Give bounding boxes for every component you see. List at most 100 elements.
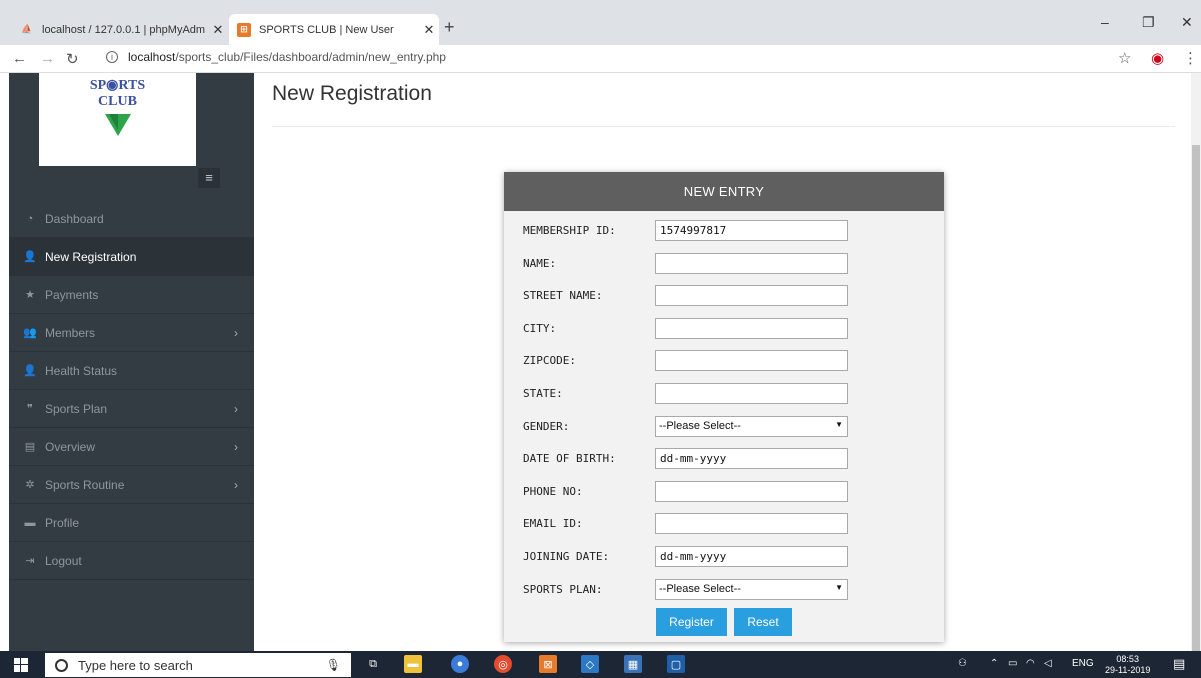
notifications-icon[interactable]: ▤ <box>1173 656 1185 672</box>
extension-target-icon[interactable]: ◉ <box>1151 49 1164 67</box>
form-row: MEMBERSHIP ID: 1574997817 <box>504 220 944 242</box>
sidebar-item-dashboard[interactable]: ◔ Dashboard <box>9 200 254 238</box>
chevron-right-icon: › <box>234 477 238 492</box>
sports-club-favicon-icon: ⊞ <box>237 22 251 37</box>
reload-icon[interactable]: ↻ <box>66 50 79 68</box>
sidebar-item-label: Payments <box>45 287 99 302</box>
people-icon[interactable]: ⚇ <box>958 658 967 669</box>
zipcode-field[interactable] <box>655 350 848 372</box>
form-row: ZIPCODE: <box>504 350 944 372</box>
field-label: SPORTS PLAN: <box>523 582 603 596</box>
sidebar-item-label: Dashboard <box>45 211 104 226</box>
address-bar: ← → ↻ i localhost /sports_club/Files/das… <box>0 45 1201 73</box>
user-plus-icon: 👤 <box>23 251 37 263</box>
joining-date-field[interactable]: dd-mm-yyyy <box>655 546 848 567</box>
taskbar-search-box[interactable]: Type here to search 🎙 <box>45 653 351 677</box>
logout-icon: ⇥ <box>25 555 35 567</box>
notepad-icon[interactable]: ▦ <box>624 655 642 673</box>
app-window-icon[interactable]: ▢ <box>667 655 685 673</box>
info-icon[interactable]: i <box>106 51 118 63</box>
close-tab-icon[interactable]: ✕ <box>419 22 439 38</box>
sidebar-item-logout[interactable]: ⇥ Logout <box>9 542 254 580</box>
sidebar-toggle-button[interactable]: ≡ <box>198 168 220 188</box>
xampp-icon[interactable]: ⊠ <box>539 655 557 673</box>
tab-title: localhost / 127.0.0.1 | phpMyAdm <box>42 23 206 36</box>
sidebar-item-profile[interactable]: ▬ Profile <box>9 504 254 542</box>
sports-plan-select[interactable]: --Please Select-- ▼ <box>655 578 848 600</box>
sidebar-item-health-status[interactable]: 👤 Health Status <box>9 352 254 390</box>
cortana-icon <box>55 658 68 672</box>
url-field[interactable]: i localhost /sports_club/Files/dashboard… <box>106 50 446 64</box>
phone-field[interactable] <box>655 480 848 502</box>
sidebar-item-label: Sports Plan <box>45 401 108 416</box>
sidebar-item-overview[interactable]: ▤ Overview › <box>9 428 254 466</box>
dropdown-arrow-icon: ▼ <box>835 419 843 429</box>
sidebar-item-label: Members <box>45 325 96 340</box>
name-field[interactable] <box>655 252 848 274</box>
scrollbar-thumb[interactable] <box>1192 145 1200 663</box>
battery-icon[interactable]: ▭ <box>1008 658 1017 669</box>
language-indicator[interactable]: ENG <box>1072 658 1094 669</box>
clock-date: 29-11-2019 <box>1105 665 1151 675</box>
user-plus-icon: 👤 <box>23 365 37 377</box>
task-view-icon[interactable]: ⧉ <box>364 655 382 673</box>
users-icon: 👥 <box>23 327 37 339</box>
maximize-icon[interactable]: ❐ <box>1142 14 1155 31</box>
tab-title: SPORTS CLUB | New User <box>259 23 394 36</box>
vscode-icon[interactable]: ◇ <box>581 655 599 673</box>
chevron-right-icon: › <box>234 401 238 416</box>
file-explorer-icon[interactable]: ▬ <box>404 655 422 673</box>
email-field[interactable] <box>655 513 848 535</box>
sidebar-item-payments[interactable]: ★ Payments <box>9 276 254 314</box>
tray-up-chevron-icon[interactable]: ⌃ <box>990 658 998 669</box>
browser-app-icon[interactable]: ● <box>451 655 469 673</box>
membership-id-field[interactable]: 1574997817 <box>655 220 848 241</box>
field-label: NAME: <box>523 256 557 270</box>
form-row: CITY: <box>504 317 944 340</box>
archive-icon: ▤ <box>24 441 36 453</box>
gender-select[interactable]: --Please Select-- ▼ <box>655 415 848 437</box>
new-tab-button[interactable]: + <box>444 17 455 38</box>
sidebar-item-members[interactable]: 👥 Members › <box>9 314 254 352</box>
volume-icon[interactable]: ◁ <box>1044 658 1052 669</box>
field-label: EMAIL ID: <box>523 517 583 531</box>
sidebar-item-label: New Registration <box>45 249 137 264</box>
chrome-icon[interactable]: ◎ <box>494 655 512 673</box>
bookmark-star-icon[interactable]: ☆ <box>1118 49 1131 67</box>
sidebar-item-sports-plan[interactable]: ❞ Sports Plan › <box>9 390 254 428</box>
sidebar-item-new-registration[interactable]: 👤 New Registration <box>9 238 254 276</box>
minimize-icon[interactable]: – <box>1101 14 1109 30</box>
chevron-right-icon: › <box>234 325 238 340</box>
field-value: --Please Select-- <box>659 419 741 432</box>
field-label: PHONE NO: <box>523 484 583 498</box>
wifi-icon[interactable]: ◠ <box>1026 658 1035 669</box>
form-row: SPORTS PLAN: --Please Select-- ▼ <box>504 578 944 601</box>
field-label: MEMBERSHIP ID: <box>523 224 616 237</box>
sidebar-menu: ◔ Dashboard 👤 New Registration ★ Payments 👥 Mem… <box>9 200 254 580</box>
city-field[interactable] <box>655 317 848 339</box>
date-of-birth-field[interactable]: dd-mm-yyyy <box>655 448 848 470</box>
forward-arrow-icon[interactable]: → <box>40 50 55 67</box>
sidebar-item-sports-routine[interactable]: ✲ Sports Routine › <box>9 466 254 504</box>
close-window-icon[interactable]: ✕ <box>1181 14 1193 31</box>
tab-phpmyadmin[interactable]: ⛵ localhost / 127.0.0.1 | phpMyAdm ✕ <box>20 14 228 45</box>
street-name-field[interactable] <box>655 285 848 307</box>
field-label: GENDER: <box>523 419 570 433</box>
state-field[interactable] <box>655 383 848 404</box>
field-label: CITY: <box>523 321 557 335</box>
form-row: DATE OF BIRTH: dd-mm-yyyy <box>504 448 944 470</box>
back-arrow-icon[interactable]: ← <box>12 50 27 67</box>
tab-sports-club[interactable]: ⊞ SPORTS CLUB | New User ✕ <box>229 14 439 45</box>
reset-button[interactable]: Reset <box>734 608 792 636</box>
browser-menu-icon[interactable]: ⋮ <box>1183 49 1198 67</box>
close-tab-icon[interactable]: ✕ <box>208 22 228 38</box>
form-row: GENDER: --Please Select-- ▼ <box>504 415 944 438</box>
windows-start-icon[interactable] <box>14 658 28 672</box>
page-scrollbar[interactable] <box>1191 73 1201 663</box>
microphone-icon[interactable]: 🎙 <box>326 658 341 672</box>
register-button[interactable]: Register <box>656 608 727 636</box>
windows-taskbar: Type here to search 🎙 ⧉ ▬ ● ◎ ⊠ ◇ ▦ ▢ ⚇ … <box>0 651 1201 678</box>
title-divider <box>272 126 1175 127</box>
clock[interactable]: 08:53 29-11-2019 <box>1105 654 1150 676</box>
form-row: STATE: <box>504 383 944 405</box>
